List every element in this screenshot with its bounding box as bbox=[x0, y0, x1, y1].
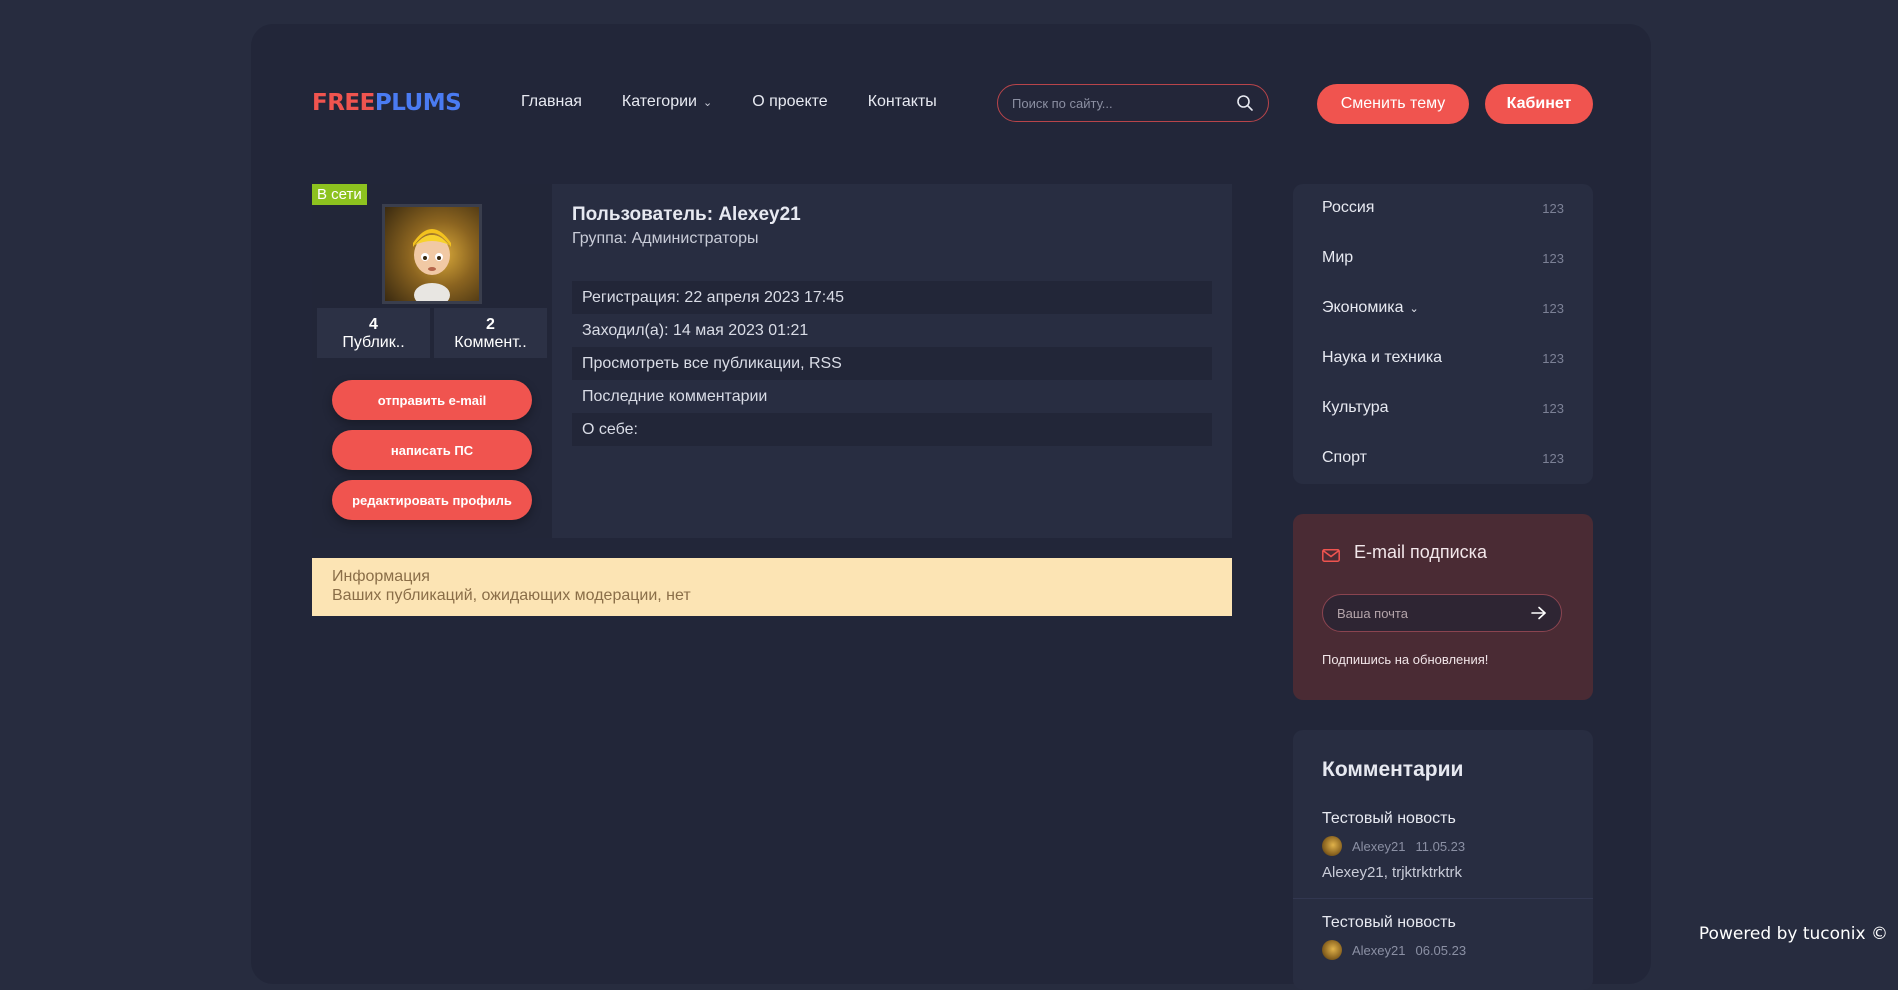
email-input[interactable] bbox=[1323, 604, 1531, 622]
stat-label: Публик.. bbox=[342, 334, 405, 351]
nav-item-categories[interactable]: Категории ⌄ bbox=[622, 93, 712, 111]
info-title: Информация bbox=[332, 568, 430, 585]
send-email-button[interactable]: отправить e-mail bbox=[332, 380, 532, 420]
category-count: 123 bbox=[1542, 300, 1564, 316]
info-message: Информация Ваших публикаций, ожидающих м… bbox=[312, 558, 1232, 616]
avatar bbox=[1322, 836, 1342, 856]
stat-publications[interactable]: 4 Публик.. bbox=[317, 308, 430, 358]
category-item[interactable]: Спорт 123 bbox=[1322, 449, 1564, 467]
search-box bbox=[997, 84, 1269, 122]
profile-title: Пользователь: Alexey21 bbox=[572, 204, 801, 225]
subscription-title: E-mail подписка bbox=[1354, 542, 1487, 562]
stat-number: 4 bbox=[369, 316, 378, 333]
category-name: Россия bbox=[1322, 199, 1375, 216]
nav-item-home[interactable]: Главная bbox=[521, 93, 582, 111]
logo-part-free: FREE bbox=[312, 90, 375, 116]
online-badge: В сети bbox=[312, 184, 367, 205]
nav-label: Контакты bbox=[867, 93, 937, 110]
chevron-down-icon: ⌄ bbox=[702, 96, 713, 109]
nav-label: Главная bbox=[521, 93, 582, 110]
profile-row-registration: Регистрация: 22 апреля 2023 17:45 bbox=[572, 281, 1212, 314]
subscription-header: E-mail подписка bbox=[1322, 542, 1487, 563]
nav-item-contacts[interactable]: Контакты bbox=[868, 93, 937, 111]
profile-card: В сети 4 Публик.. 2 Коммент.. отправить … bbox=[312, 184, 1232, 538]
category-count: 123 bbox=[1542, 200, 1564, 216]
profile-row-about: О себе: bbox=[572, 413, 1212, 446]
search-input[interactable] bbox=[998, 94, 1236, 112]
logo-part-plums: PLUMS bbox=[374, 90, 462, 116]
search-icon[interactable] bbox=[1236, 94, 1254, 112]
category-item[interactable]: Мир 123 bbox=[1322, 249, 1564, 267]
email-subscription-panel: E-mail подписка Подпишись на обновления! bbox=[1293, 514, 1593, 700]
main-nav: Главная Категории ⌄ О проекте Контакты bbox=[521, 93, 977, 111]
comments-title: Комментарии bbox=[1322, 758, 1464, 781]
category-name: Мир bbox=[1322, 249, 1354, 266]
category-count: 123 bbox=[1542, 250, 1564, 266]
change-theme-button[interactable]: Сменить тему bbox=[1317, 84, 1469, 124]
nav-label: О проекте bbox=[752, 93, 828, 110]
comment-date: 06.05.23 bbox=[1415, 942, 1467, 958]
category-name: Спорт bbox=[1322, 449, 1367, 466]
comment-text: Alexey21, trjktrktrktrk bbox=[1322, 864, 1463, 881]
profile-row-last-comments[interactable]: Последние комментарии bbox=[572, 380, 1212, 413]
nav-label: Категории bbox=[621, 93, 697, 110]
envelope-icon bbox=[1322, 546, 1340, 562]
profile-row-last-visit: Заходил(а): 14 мая 2023 01:21 bbox=[582, 322, 809, 339]
category-name: Экономика ⌄ bbox=[1322, 299, 1419, 316]
avatar bbox=[382, 204, 482, 304]
category-item[interactable]: Наука и техника 123 bbox=[1322, 349, 1564, 367]
cabinet-button[interactable]: Кабинет bbox=[1485, 84, 1593, 124]
avatar bbox=[1322, 940, 1342, 960]
category-count: 123 bbox=[1542, 450, 1564, 466]
profile-details: Пользователь: Alexey21 Группа: Администр… bbox=[552, 184, 1232, 538]
category-count: 123 bbox=[1542, 400, 1564, 416]
categories-panel: Россия 123 Мир 123 Экономика ⌄ 123 Наука … bbox=[1293, 184, 1593, 484]
page-container: FREEPLUMS Главная Категории ⌄ О проекте К… bbox=[251, 24, 1651, 990]
chevron-down-icon: ⌄ bbox=[1409, 302, 1419, 315]
comment-author[interactable]: Alexey21 bbox=[1352, 839, 1405, 854]
profile-group: Группа: Администраторы bbox=[572, 230, 759, 247]
profile-sidebar: В сети 4 Публик.. 2 Коммент.. отправить … bbox=[312, 184, 552, 538]
profile-stats: 4 Публик.. 2 Коммент.. bbox=[317, 308, 547, 358]
stat-number: 2 bbox=[486, 316, 495, 333]
divider bbox=[1293, 898, 1593, 899]
comment-news-title[interactable]: Тестовый новость bbox=[1322, 914, 1456, 932]
arrow-right-icon[interactable] bbox=[1531, 606, 1547, 620]
write-pm-button[interactable]: написать ПС bbox=[332, 430, 532, 470]
comment-author[interactable]: Alexey21 bbox=[1352, 943, 1405, 958]
category-item[interactable]: Культура 123 bbox=[1322, 399, 1564, 417]
category-name: Культура bbox=[1322, 399, 1389, 416]
comments-panel: Комментарии Тестовый новость Alexey21 11… bbox=[1293, 730, 1593, 990]
comment-meta: Alexey21 11.05.23 bbox=[1322, 836, 1465, 856]
category-name: Наука и техника bbox=[1322, 349, 1443, 366]
category-count: 123 bbox=[1542, 350, 1564, 366]
info-text: Ваших публикаций, ожидающих модерации, н… bbox=[332, 587, 691, 604]
comment-meta: Alexey21 06.05.23 bbox=[1322, 940, 1466, 960]
powered-by: Powered by tuconix © bbox=[1698, 924, 1888, 944]
comment-news-title[interactable]: Тестовый новость bbox=[1322, 810, 1456, 828]
subscription-note: Подпишись на обновления! bbox=[1322, 652, 1489, 667]
stat-comments[interactable]: 2 Коммент.. bbox=[434, 308, 547, 358]
category-item[interactable]: Россия 123 bbox=[1322, 199, 1564, 217]
subscription-field bbox=[1322, 594, 1562, 632]
profile-info-list: Регистрация: 22 апреля 2023 17:45 Заходи… bbox=[572, 281, 1212, 446]
profile-row-publications-link[interactable]: Просмотреть все публикации, RSS bbox=[572, 347, 1212, 380]
stat-label: Коммент.. bbox=[454, 334, 527, 351]
comment-date: 11.05.23 bbox=[1415, 838, 1466, 854]
category-item[interactable]: Экономика ⌄ 123 bbox=[1322, 299, 1564, 317]
edit-profile-button[interactable]: редактировать профиль bbox=[332, 480, 532, 520]
site-logo[interactable]: FREEPLUMS bbox=[312, 90, 462, 116]
nav-item-about[interactable]: О проекте bbox=[752, 93, 827, 111]
